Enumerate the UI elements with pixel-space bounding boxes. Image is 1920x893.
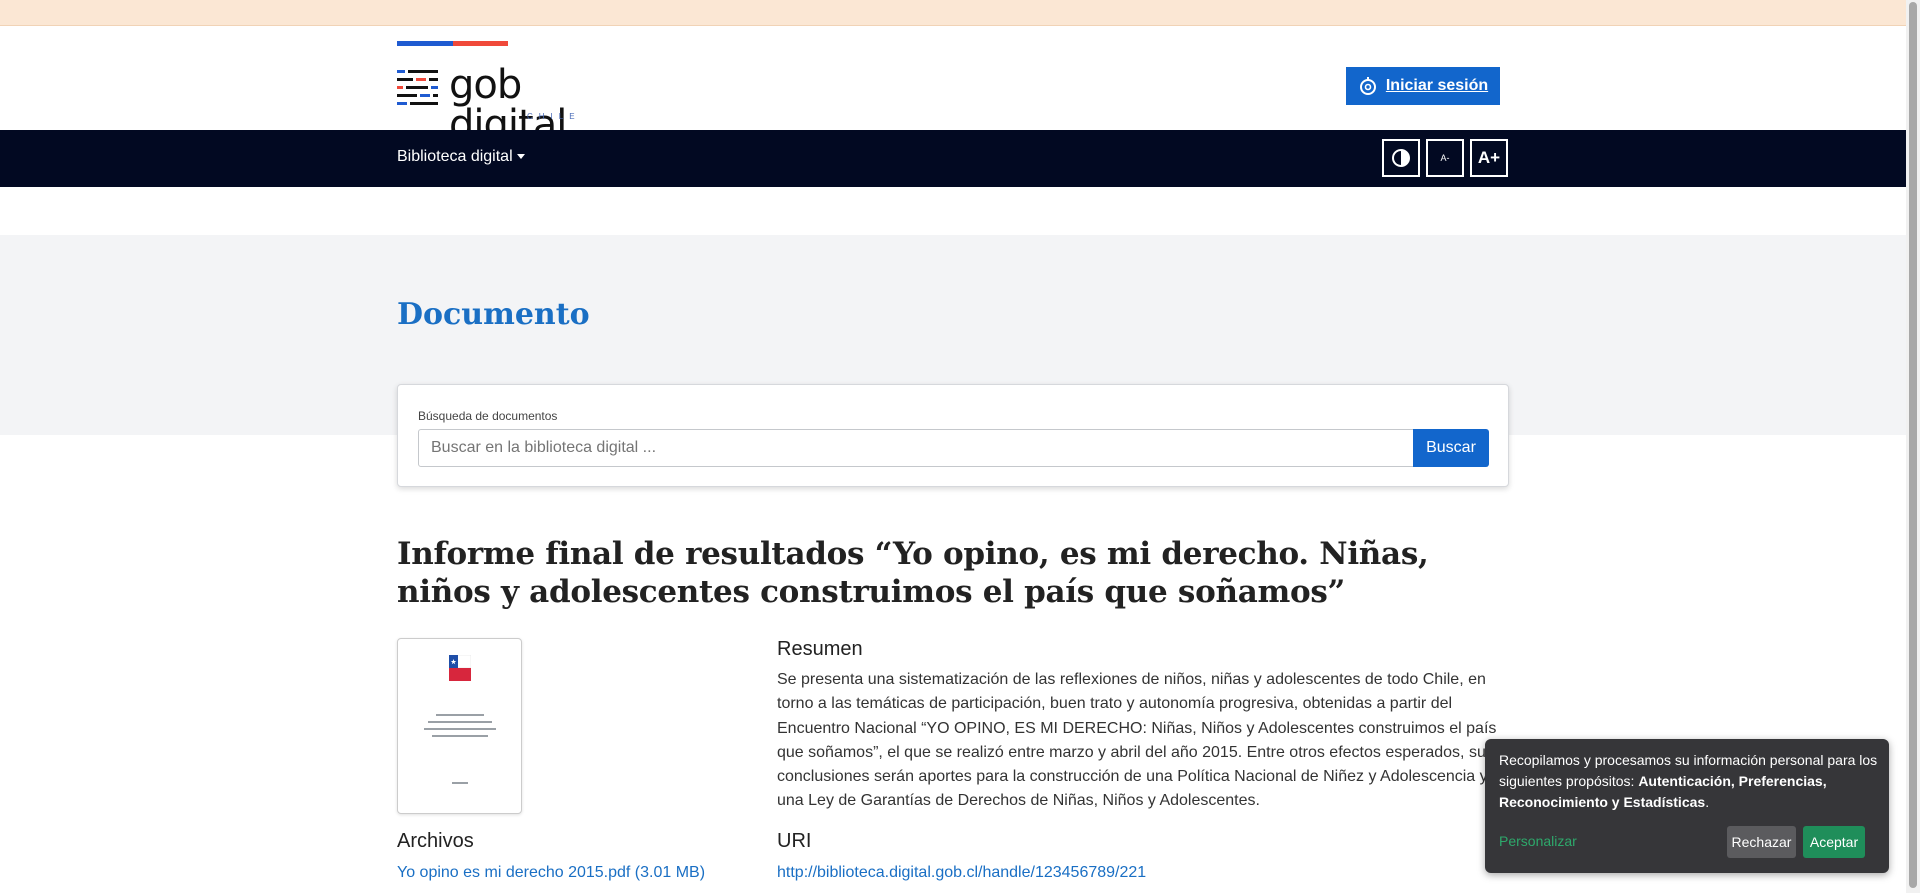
cookie-customize-link[interactable]: Personalizar — [1499, 833, 1577, 849]
clave-unica-icon — [1359, 77, 1376, 95]
summary-text: Se presenta una sistematización de las r… — [777, 671, 1497, 810]
top-notice-bar — [0, 0, 1906, 26]
uri-heading: URI — [777, 830, 812, 852]
file-download-link[interactable]: Yo opino es mi derecho 2015.pdf (3.01 MB… — [397, 864, 705, 882]
font-decrease-button[interactable]: A- — [1426, 139, 1464, 177]
search-card: Búsqueda de documentos Buscar — [397, 384, 1509, 487]
caret-down-icon — [516, 154, 525, 160]
search-input[interactable] — [418, 429, 1414, 467]
files-heading: Archivos — [397, 830, 474, 852]
thumb-text-line — [432, 735, 488, 737]
chile-flag-icon — [449, 655, 471, 681]
thumb-text-line — [436, 714, 484, 716]
logo-mark-icon — [397, 70, 438, 105]
cookie-accept-button[interactable]: Aceptar — [1803, 826, 1865, 858]
font-increase-button[interactable]: A+ — [1470, 139, 1508, 177]
site-header: gob digital CHILE Iniciar sesión — [0, 26, 1906, 145]
thumb-text-line — [424, 728, 496, 730]
search-label: Búsqueda de documentos — [418, 409, 558, 423]
summary-heading: Resumen — [777, 638, 863, 660]
search-button[interactable]: Buscar — [1413, 429, 1489, 467]
scrollbar-thumb[interactable] — [1909, 2, 1917, 888]
thumb-text-line — [452, 782, 468, 784]
cookie-text-end: . — [1705, 794, 1710, 810]
contrast-icon — [1392, 149, 1410, 167]
page-scrollbar[interactable] — [1906, 0, 1920, 893]
login-label: Iniciar sesión — [1385, 77, 1489, 94]
cookie-message: Recopilamos y procesamos su información … — [1499, 750, 1879, 813]
page-title: Documento — [397, 297, 590, 332]
nav-biblioteca-dropdown[interactable]: Biblioteca digital — [397, 148, 525, 166]
thumb-text-line — [428, 721, 492, 723]
document-title: Informe final de resultados “Yo opino, e… — [397, 536, 1429, 610]
uri-link[interactable]: http://biblioteca.digital.gob.cl/handle/… — [777, 864, 1146, 882]
login-button[interactable]: Iniciar sesión — [1346, 67, 1500, 105]
nav-menu-label: Biblioteca digital — [397, 148, 513, 165]
contrast-toggle-button[interactable] — [1382, 139, 1420, 177]
logo-bar-red — [453, 41, 508, 46]
gob-digital-logo[interactable]: gob digital CHILE — [397, 41, 627, 145]
document-thumbnail[interactable] — [397, 638, 522, 814]
cookie-consent-banner: Recopilamos y procesamos su información … — [1485, 739, 1889, 873]
logo-subtitle: CHILE — [527, 112, 581, 121]
logo-bar-blue — [397, 41, 453, 46]
cookie-reject-button[interactable]: Rechazar — [1727, 826, 1796, 858]
main-navbar: Biblioteca digital A- A+ — [0, 130, 1906, 187]
